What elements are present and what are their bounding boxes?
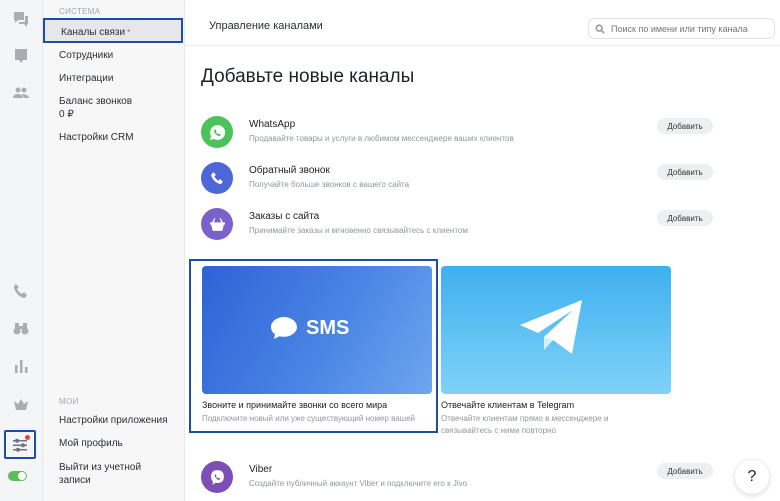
search-input[interactable] xyxy=(611,23,771,34)
new-mark: * xyxy=(127,28,131,37)
help-button[interactable]: ? xyxy=(735,460,769,494)
settings-sidebar: СИСТЕМА Каналы связи * Сотрудники Интегра… xyxy=(43,0,185,501)
sidebar-item-call-balance[interactable]: Баланс звонков xyxy=(59,95,132,108)
sidebar-item-logout[interactable]: Выйти из учетной xyxy=(59,461,141,474)
channel-row-orders: Заказы с сайта Принимайте заказы и мгнов… xyxy=(201,208,713,244)
sidebar-item-employees[interactable]: Сотрудники xyxy=(59,49,113,62)
sms-card[interactable]: SMS xyxy=(202,266,432,394)
team-icon[interactable] xyxy=(9,81,33,105)
channel-row-whatsapp: WhatsApp Продавайте товары и услуги в лю… xyxy=(201,116,713,152)
call-balance-value: 0 ₽ xyxy=(59,109,74,120)
basket-icon xyxy=(201,208,233,240)
channel-desc: Принимайте заказы и мгновенно связывайте… xyxy=(249,226,468,235)
sidebar-item-profile[interactable]: Мой профиль xyxy=(59,437,123,450)
add-orders-button[interactable]: Добавить xyxy=(657,210,713,226)
phone-icon[interactable] xyxy=(9,279,33,303)
page-title: Управление каналами xyxy=(209,20,323,32)
channel-desc: Продавайте товары и услуги в любимом мес… xyxy=(249,134,514,143)
channel-name: WhatsApp xyxy=(249,119,296,130)
notification-dot xyxy=(25,435,30,440)
add-viber-button[interactable]: Добавить xyxy=(657,463,713,479)
binoculars-icon[interactable] xyxy=(9,316,33,340)
channel-desc: Создайте публичный аккаунт Viber и подкл… xyxy=(249,479,468,488)
channel-row-viber: Viber Создайте публичный аккаунт Viber и… xyxy=(201,461,713,497)
telegram-card[interactable] xyxy=(441,266,671,394)
add-whatsapp-button[interactable]: Добавить xyxy=(657,118,713,134)
section-my-label: МОИ xyxy=(59,397,79,406)
sidebar-item-label: Каналы связи xyxy=(61,27,126,38)
sidebar-item-channels[interactable]: Каналы связи * xyxy=(43,18,183,43)
search-icon xyxy=(595,23,605,34)
status-toggle[interactable] xyxy=(8,471,27,481)
telegram-icon xyxy=(520,300,582,354)
top-bar: Управление каналами xyxy=(185,0,780,46)
phone-icon xyxy=(201,162,233,194)
chats-icon[interactable] xyxy=(9,7,33,31)
settings-sliders-icon[interactable] xyxy=(4,430,36,459)
channel-name: Заказы с сайта xyxy=(249,211,320,222)
contacts-icon[interactable] xyxy=(9,44,33,68)
reports-icon[interactable] xyxy=(9,354,33,378)
viber-icon xyxy=(201,461,233,493)
whatsapp-icon xyxy=(201,116,233,148)
channel-desc: Получайте больше звонков с вашего сайта xyxy=(249,180,410,189)
sms-card-title: Звоните и принимайте звонки со всего мир… xyxy=(202,400,388,410)
main-heading: Добавьте новые каналы xyxy=(201,66,415,87)
sms-logo-text: SMS xyxy=(306,316,350,339)
sidebar-item-crm-settings[interactable]: Настройки CRM xyxy=(59,131,134,144)
sidebar-item-logout-line2[interactable]: записи xyxy=(59,474,91,487)
section-system-label: СИСТЕМА xyxy=(59,7,101,16)
sms-card-desc: Подключите новый или уже существующий но… xyxy=(202,414,416,423)
sidebar-item-integrations[interactable]: Интеграции xyxy=(59,72,113,85)
channel-name: Обратный звонок xyxy=(249,165,330,176)
chat-bubble-icon xyxy=(271,317,297,339)
channel-row-callback: Обратный звонок Получайте больше звонков… xyxy=(201,162,713,198)
telegram-card-title: Отвечайте клиентам в Telegram xyxy=(441,400,575,410)
search-box[interactable] xyxy=(588,18,775,39)
icon-rail xyxy=(0,0,43,501)
crown-icon[interactable] xyxy=(9,393,33,417)
sms-logo: SMS xyxy=(270,316,349,340)
sidebar-item-app-settings[interactable]: Настройки приложения xyxy=(59,414,168,427)
telegram-card-desc: Отвечайте клиентам прямо в мессенджере и… xyxy=(441,414,609,435)
channel-name: Viber xyxy=(249,464,273,475)
add-callback-button[interactable]: Добавить xyxy=(657,164,713,180)
